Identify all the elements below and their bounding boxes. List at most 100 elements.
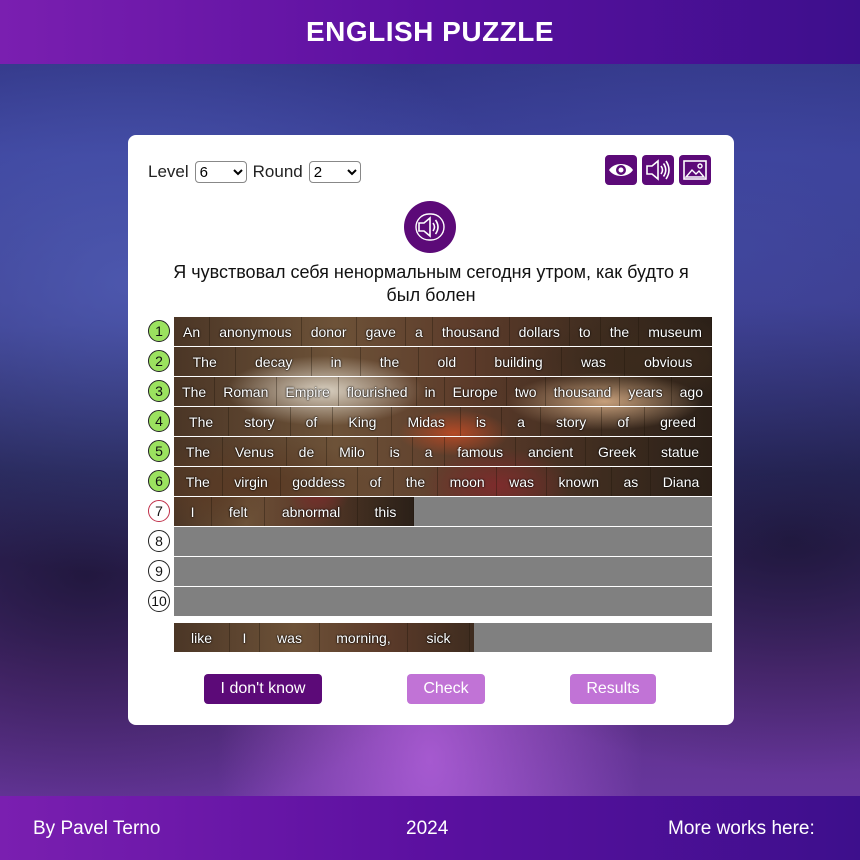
word-piece[interactable]: building: [476, 347, 563, 376]
toggle-image-hint-button[interactable]: [679, 155, 711, 185]
word-piece[interactable]: Empire: [277, 377, 339, 406]
word-piece[interactable]: King: [333, 407, 393, 436]
bank-word-piece[interactable]: I: [230, 623, 260, 652]
word-piece[interactable]: the: [394, 467, 438, 496]
word-piece[interactable]: The: [174, 377, 216, 406]
word-piece[interactable]: a: [502, 407, 541, 436]
word-piece[interactable]: ancient: [516, 437, 587, 466]
row-number-badge: 3: [148, 380, 170, 402]
word-piece[interactable]: flourished: [339, 377, 417, 406]
word-piece[interactable]: thousand: [433, 317, 510, 346]
word-piece[interactable]: felt: [212, 497, 266, 526]
play-pronunciation-button[interactable]: [404, 201, 456, 253]
word-piece[interactable]: old: [419, 347, 476, 376]
word-piece[interactable]: is: [378, 437, 413, 466]
bank-word-piece[interactable]: morning,: [320, 623, 408, 652]
word-piece[interactable]: Venus: [223, 437, 287, 466]
word-piece[interactable]: two: [507, 377, 546, 406]
word-piece[interactable]: donor: [302, 317, 357, 346]
results-button[interactable]: Results: [570, 674, 656, 704]
word-piece[interactable]: greed: [645, 407, 712, 436]
word-piece[interactable]: was: [497, 467, 547, 496]
word-piece[interactable]: the: [361, 347, 419, 376]
word-piece[interactable]: in: [417, 377, 445, 406]
word-piece[interactable]: gave: [357, 317, 406, 346]
word-piece[interactable]: Roman: [215, 377, 278, 406]
word-piece[interactable]: ago: [672, 377, 712, 406]
word-piece[interactable]: Europe: [445, 377, 507, 406]
puzzle-row: 6 The virgin goddess of the moon was known as Dian…: [148, 467, 714, 496]
bank-word-piece[interactable]: was: [260, 623, 320, 652]
word-piece[interactable]: goddess: [281, 467, 358, 496]
word-piece[interactable]: The: [174, 407, 230, 436]
row-lane[interactable]: The Venus de Milo is a famous ancient Greek statu…: [174, 437, 712, 466]
word-piece[interactable]: in: [312, 347, 362, 376]
row-lane[interactable]: Ifelt abnormal this: [174, 497, 712, 526]
word-piece[interactable]: I: [174, 497, 213, 526]
word-piece[interactable]: Milo: [327, 437, 378, 466]
dont-know-button[interactable]: I don't know: [204, 674, 322, 704]
word-piece[interactable]: known: [547, 467, 612, 496]
row-lane[interactable]: The Roman Empire flourished in Europe two thous…: [174, 377, 712, 406]
word-piece[interactable]: Greek: [586, 437, 650, 466]
word-piece[interactable]: a: [406, 317, 433, 346]
word-piece[interactable]: a: [413, 437, 446, 466]
word-piece[interactable]: this: [358, 497, 414, 526]
row-lane[interactable]: The virgin goddess of the moon was known as Diana: [174, 467, 712, 496]
row-lane: [174, 587, 712, 616]
word-piece[interactable]: of: [291, 407, 334, 436]
word-piece[interactable]: museum: [639, 317, 712, 346]
word-piece[interactable]: years: [620, 377, 672, 406]
toggle-translation-button[interactable]: [605, 155, 637, 185]
word-piece[interactable]: Midas: [392, 407, 461, 436]
word-piece[interactable]: The: [174, 347, 237, 376]
footer-more-works-link[interactable]: More works here:: [668, 818, 815, 840]
word-piece[interactable]: to: [570, 317, 601, 346]
check-button[interactable]: Check: [407, 674, 485, 704]
footer-year: 2024: [406, 818, 449, 839]
level-select[interactable]: 6: [194, 161, 247, 183]
word-piece[interactable]: decay: [236, 347, 312, 376]
row-pieces: The decay in the old building was obvious: [174, 347, 712, 376]
word-piece[interactable]: famous: [445, 437, 517, 466]
word-piece[interactable]: obvious: [625, 347, 712, 376]
word-piece[interactable]: story: [541, 407, 603, 436]
word-piece[interactable]: An: [174, 317, 211, 346]
row-number-badge: 2: [148, 350, 170, 372]
row-number-badge: 5: [148, 440, 170, 462]
word-piece[interactable]: dollars: [510, 317, 570, 346]
row-lane[interactable]: The story of King Midas is a story of greed: [174, 407, 712, 436]
puzzle-row: 9: [148, 557, 714, 586]
row-lane[interactable]: The decay in the old building was obvious: [174, 347, 712, 376]
row-pieces: The story of King Midas is a story of greed: [174, 407, 712, 436]
image-icon: [683, 160, 707, 180]
row-number-badge: 1: [148, 320, 170, 342]
game-card: Level 6 Round 2 Я чувствовал себя ненорм…: [128, 135, 734, 725]
word-piece[interactable]: thousand: [546, 377, 621, 406]
toggle-audio-hint-button[interactable]: [642, 155, 674, 185]
word-piece[interactable]: of: [602, 407, 646, 436]
word-piece[interactable]: de: [287, 437, 328, 466]
row-pieces: An anonymous donor gave a thousand dollars to th…: [174, 317, 712, 346]
word-piece[interactable]: as: [612, 467, 651, 496]
word-piece[interactable]: story: [229, 407, 291, 436]
row-lane[interactable]: An anonymous donor gave a thousand dollars to th…: [174, 317, 712, 346]
word-piece[interactable]: of: [358, 467, 395, 496]
puzzle-row: 10: [148, 587, 714, 616]
bank-word-piece[interactable]: like: [174, 623, 230, 652]
word-piece[interactable]: abnormal: [265, 497, 358, 526]
word-piece[interactable]: moon: [438, 467, 498, 496]
word-piece[interactable]: The: [174, 437, 223, 466]
bank-word-piece[interactable]: sick: [408, 623, 470, 652]
word-piece[interactable]: anonymous: [210, 317, 302, 346]
word-piece[interactable]: virgin: [223, 467, 281, 496]
word-piece[interactable]: Diana: [651, 467, 712, 496]
row-lane: [174, 527, 712, 556]
word-piece[interactable]: statue: [649, 437, 712, 466]
row-pieces: The Roman Empire flourished in Europe two thous…: [174, 377, 712, 406]
round-select[interactable]: 2: [308, 161, 361, 183]
word-piece[interactable]: was: [562, 347, 626, 376]
word-piece[interactable]: the: [601, 317, 640, 346]
word-piece[interactable]: is: [461, 407, 503, 436]
word-piece[interactable]: The: [174, 467, 223, 496]
